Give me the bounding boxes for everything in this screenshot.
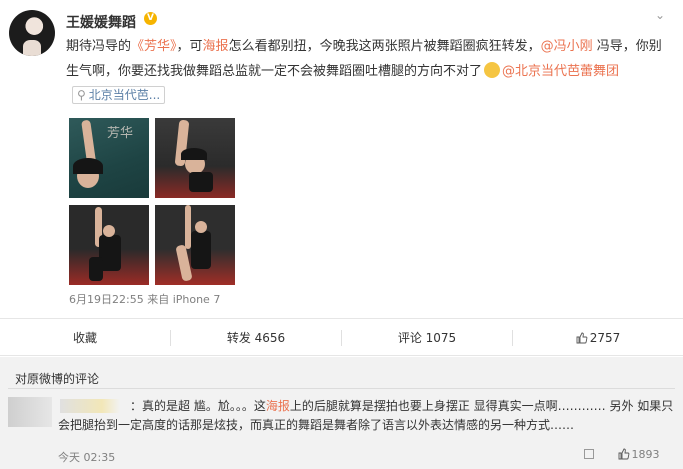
thumbs-up-icon [576, 332, 588, 344]
comment-text: ：真的是超 尴。尬。。。这海报上的后腿就算是摆拍也要上身摆正 显得真实一点啊……… [58, 399, 674, 432]
photo-3[interactable] [69, 205, 149, 285]
poster-tag[interactable]: 海报 [203, 39, 229, 54]
comment-actions: 1893 [584, 448, 680, 461]
comment-like-count: 1893 [631, 448, 660, 461]
commenter-avatar[interactable] [8, 397, 52, 427]
photo-1[interactable]: 芳华 [69, 118, 149, 198]
checkbox-icon[interactable] [584, 448, 604, 461]
post-meta: 6月19日22:55 来自 iPhone 7 [69, 293, 221, 306]
weibo-post: 王媛媛舞蹈 V ⌄ 期待冯导的《芳华》，可海报怎么看都别扭，今晚我这两张照片被舞… [0, 0, 683, 317]
comments-header: 对原微博的评论 [15, 372, 100, 386]
comment-like-button[interactable]: 1893 [618, 448, 670, 461]
divider [8, 388, 675, 389]
photo-4[interactable] [155, 205, 235, 285]
repost-button[interactable]: 转发 4656 [171, 319, 341, 357]
film-link[interactable]: 《芳华》 [131, 39, 177, 54]
comment-button[interactable]: 评论 1075 [342, 319, 512, 357]
mention-beijing-ballet[interactable]: @北京当代芭蕾舞团 [502, 64, 619, 79]
thinking-emoji-icon [484, 62, 501, 78]
photo-2[interactable] [155, 118, 235, 198]
username[interactable]: 王媛媛舞蹈 [66, 12, 136, 32]
comment-time: 今天 02:35 [58, 451, 116, 464]
like-count: 2757 [589, 331, 621, 345]
thumbs-up-icon [618, 448, 629, 460]
user-avatar[interactable] [9, 10, 55, 56]
verified-badge-icon: V [144, 12, 157, 25]
poster-tag[interactable]: 海报 [266, 399, 290, 413]
action-bar: 收藏 转发 4656 评论 1075 2757 [0, 318, 683, 356]
collect-button[interactable]: 收藏 [0, 319, 170, 357]
photo-grid: 芳华 [69, 118, 239, 286]
post-content: 期待冯导的《芳华》，可海报怎么看都别扭，今晚我这两张照片被舞蹈圈疯狂转发，@冯小… [66, 39, 662, 104]
chevron-down-icon[interactable]: ⌄ [655, 8, 665, 22]
location-tag[interactable]: ⚲ 北京当代芭... [72, 86, 166, 104]
mention-feng-xiaogang[interactable]: @冯小刚 [541, 39, 593, 54]
photo-overlay-text: 芳华 [107, 126, 134, 141]
location-pin-icon: ⚲ [77, 88, 86, 102]
comments-section: 对原微博的评论 ：真的是超 尴。尬。。。这海报上的后腿就算是摆拍也要上身摆正 显… [0, 357, 683, 469]
like-button[interactable]: 2757 [513, 319, 683, 357]
